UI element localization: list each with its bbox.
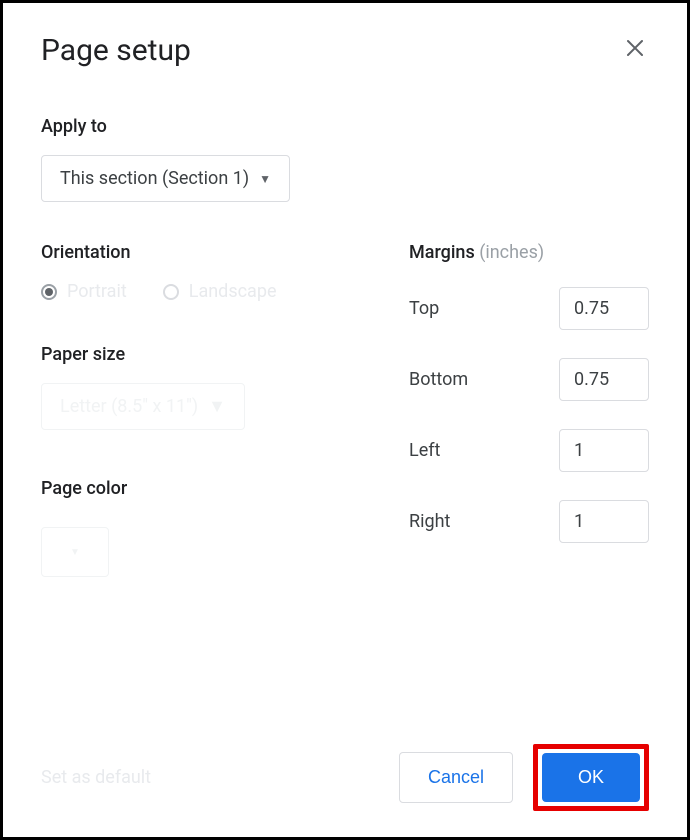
paper-size-value: Letter (8.5" x 11") — [60, 396, 198, 417]
paper-size-dropdown[interactable]: Letter (8.5" x 11") ▼ — [41, 383, 245, 430]
margins-unit: (inches) — [479, 242, 544, 263]
portrait-label: Portrait — [67, 281, 127, 302]
orientation-label: Orientation — [41, 242, 369, 263]
margin-bottom-input[interactable]: 0.75 — [559, 358, 649, 401]
margin-right-row: Right 1 — [409, 500, 649, 543]
apply-to-section: Apply to This section (Section 1) ▼ — [41, 116, 649, 202]
cancel-button[interactable]: Cancel — [399, 752, 513, 803]
margins-header: Margins (inches) — [409, 242, 649, 263]
dialog-header: Page setup — [41, 33, 649, 68]
dialog-footer: Set as default Cancel OK — [41, 744, 649, 811]
chevron-down-icon: ▼ — [259, 172, 271, 186]
margin-top-row: Top 0.75 — [409, 287, 649, 330]
apply-to-dropdown[interactable]: This section (Section 1) ▼ — [41, 155, 290, 202]
paper-size-label: Paper size — [41, 344, 369, 365]
margin-right-input[interactable]: 1 — [559, 500, 649, 543]
chevron-down-icon: ▼ — [70, 547, 80, 558]
margin-bottom-row: Bottom 0.75 — [409, 358, 649, 401]
set-as-default-button[interactable]: Set as default — [41, 767, 151, 788]
landscape-label: Landscape — [189, 281, 277, 302]
close-icon[interactable] — [621, 34, 649, 68]
margin-left-label: Left — [409, 440, 440, 461]
page-color-label: Page color — [41, 478, 369, 499]
margins-label: Margins — [409, 242, 475, 263]
radio-unselected-icon — [163, 284, 179, 300]
orientation-portrait[interactable]: Portrait — [41, 281, 127, 302]
apply-to-value: This section (Section 1) — [60, 168, 249, 189]
page-color-swatch[interactable]: ▼ — [41, 527, 109, 577]
radio-selected-icon — [41, 284, 57, 300]
orientation-options: Portrait Landscape — [41, 281, 369, 302]
chevron-down-icon: ▼ — [208, 396, 226, 417]
margin-top-input[interactable]: 0.75 — [559, 287, 649, 330]
orientation-landscape[interactable]: Landscape — [163, 281, 277, 302]
ok-button[interactable]: OK — [542, 753, 640, 802]
ok-highlight-box: OK — [533, 744, 649, 811]
margin-bottom-label: Bottom — [409, 369, 468, 390]
margin-left-row: Left 1 — [409, 429, 649, 472]
page-setup-dialog: Page setup Apply to This section (Sectio… — [0, 0, 690, 840]
apply-to-label: Apply to — [41, 116, 649, 137]
margin-top-label: Top — [409, 298, 439, 319]
dialog-title: Page setup — [41, 33, 191, 68]
margin-left-input[interactable]: 1 — [559, 429, 649, 472]
margin-right-label: Right — [409, 511, 450, 532]
